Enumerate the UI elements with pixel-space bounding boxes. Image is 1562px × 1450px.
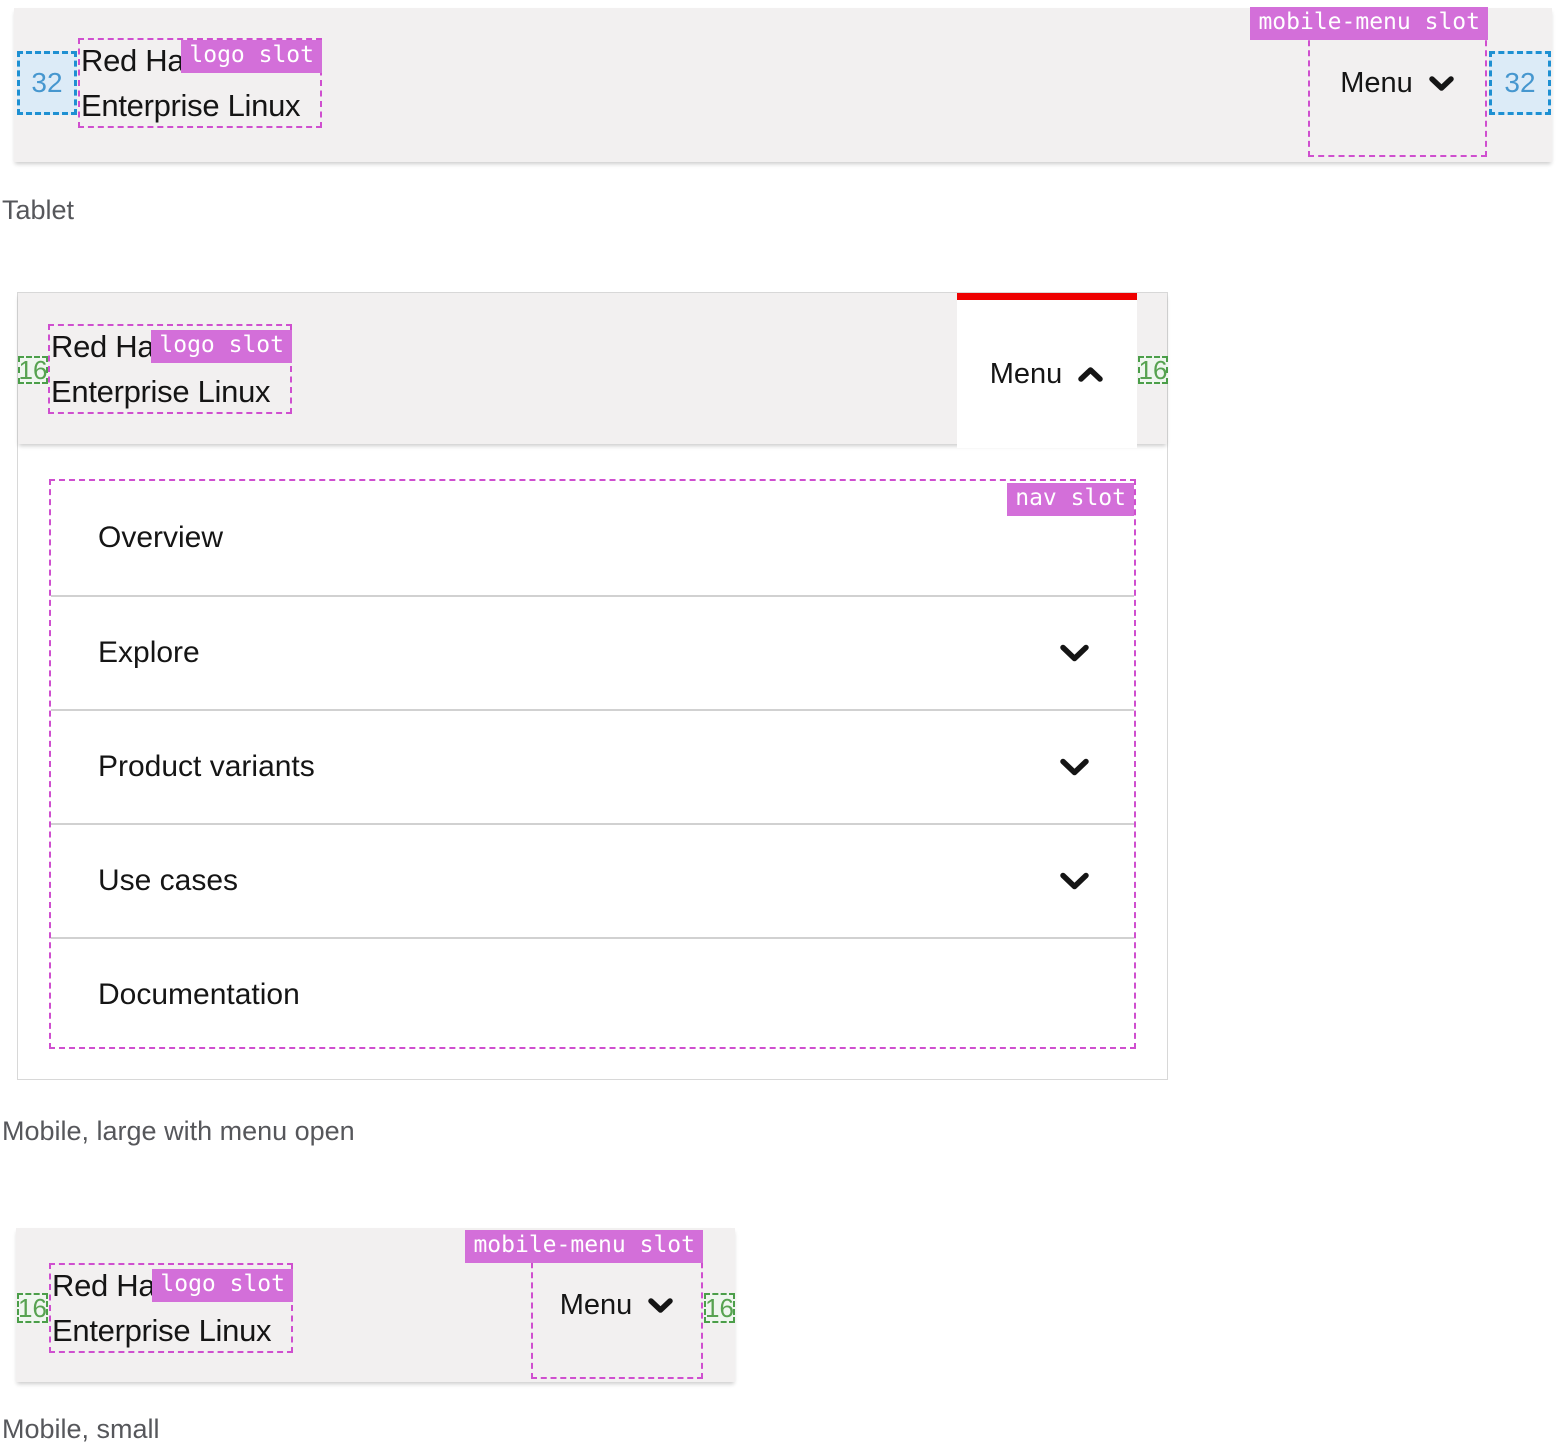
caption-tablet: Tablet (2, 193, 74, 227)
mobile-menu-slot-outline: mobile-menu slot Menu (1308, 10, 1487, 157)
nav-item[interactable]: Explore (51, 595, 1134, 709)
nav-slot-label: nav slot (1007, 483, 1134, 516)
logo-slot-label: logo slot (181, 40, 322, 73)
menu-toggle-open[interactable]: Menu (957, 293, 1137, 448)
spacing-value: 32 (31, 67, 62, 99)
mobile-small-masthead: 16 logo slot Red Hat Enterprise Linux mo… (16, 1228, 735, 1382)
spacing-value: 32 (1504, 67, 1535, 99)
logo-slot-label: logo slot (151, 330, 292, 363)
spacing-value: 16 (18, 1293, 47, 1324)
mobile-menu-slot-label: mobile-menu slot (1250, 7, 1488, 40)
logo-line-2: Enterprise Linux (81, 83, 300, 128)
spacing-value: 16 (1139, 355, 1168, 386)
menu-toggle-label: Menu (990, 358, 1063, 391)
spacing-value: 16 (705, 1293, 734, 1324)
mobile-menu-slot-outline: mobile-menu slot Menu (531, 1232, 703, 1379)
chevron-down-icon (1058, 643, 1091, 663)
caption-mobile-large: Mobile, large with menu open (2, 1114, 355, 1148)
chevron-down-icon (1058, 757, 1091, 777)
tablet-masthead: 32 logo slot Red Hat Enterprise Linux mo… (14, 8, 1552, 162)
logo-line-2: Enterprise Linux (51, 369, 270, 414)
menu-toggle-label: Menu (1340, 67, 1413, 100)
nav-item-label: Overview (98, 521, 223, 555)
chevron-down-icon (1428, 75, 1455, 92)
mobile-menu-slot-label: mobile-menu slot (465, 1230, 703, 1263)
nav-slot-outline: nav slot Overview Explore Product variants… (49, 479, 1136, 1049)
nav-item-label: Product variants (98, 750, 315, 784)
caption-mobile-small: Mobile, small (2, 1412, 160, 1446)
logo-slot-label: logo slot (152, 1269, 293, 1302)
nav-item-label: Documentation (98, 978, 300, 1012)
menu-toggle-label: Menu (560, 1289, 633, 1322)
nav-item-label: Use cases (98, 864, 238, 898)
nav-item[interactable]: Documentation (51, 937, 1134, 1051)
chevron-up-icon (1077, 366, 1104, 383)
nav-item[interactable]: Use cases (51, 823, 1134, 937)
spacing-annotation-16-right: 16 (1138, 356, 1168, 384)
spacing-annotation-16-right: 16 (704, 1293, 735, 1323)
design-spec-page: 32 logo slot Red Hat Enterprise Linux mo… (0, 0, 1562, 1450)
spacing-annotation-32-left: 32 (17, 51, 77, 115)
spacing-annotation-16-left: 16 (17, 1293, 48, 1323)
nav-item[interactable]: Product variants (51, 709, 1134, 823)
spacing-value: 16 (19, 355, 48, 386)
chevron-down-icon (647, 1297, 674, 1314)
chevron-down-icon (1058, 871, 1091, 891)
spacing-annotation-32-right: 32 (1489, 51, 1551, 115)
nav-item[interactable]: Overview (51, 481, 1134, 595)
logo-line-2: Enterprise Linux (52, 1308, 271, 1353)
spacing-annotation-16-left: 16 (18, 356, 48, 384)
mobile-large-component: 16 logo slot Red Hat Enterprise Linux 16… (17, 292, 1168, 1080)
nav-item-label: Explore (98, 636, 200, 670)
